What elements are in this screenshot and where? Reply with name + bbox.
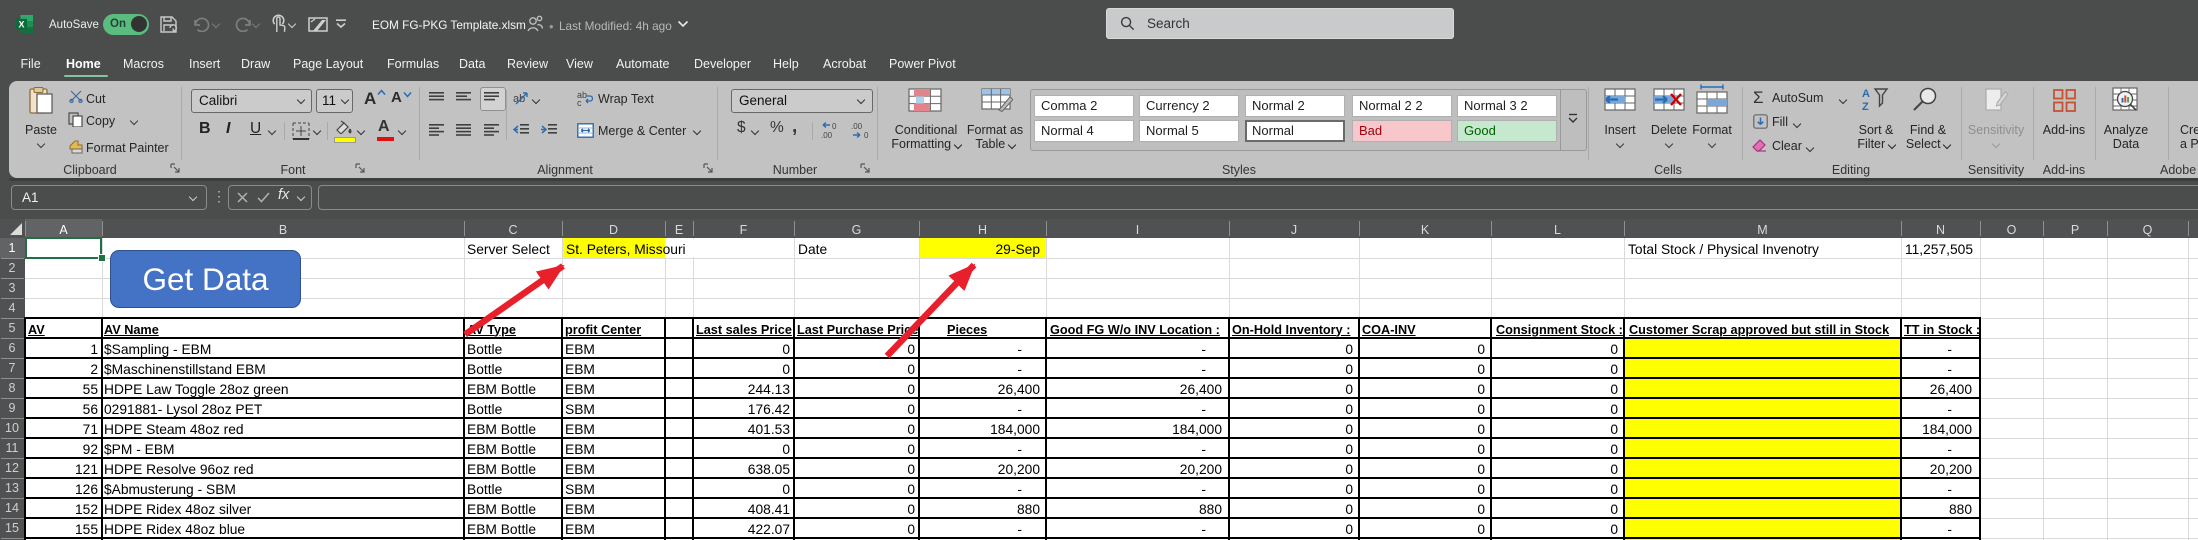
svg-text:ab: ab — [513, 93, 525, 105]
svg-text:c: c — [577, 98, 582, 106]
svg-text:A: A — [1862, 88, 1870, 100]
svg-text:X: X — [18, 19, 24, 29]
svg-text:Z: Z — [1862, 101, 1869, 112]
